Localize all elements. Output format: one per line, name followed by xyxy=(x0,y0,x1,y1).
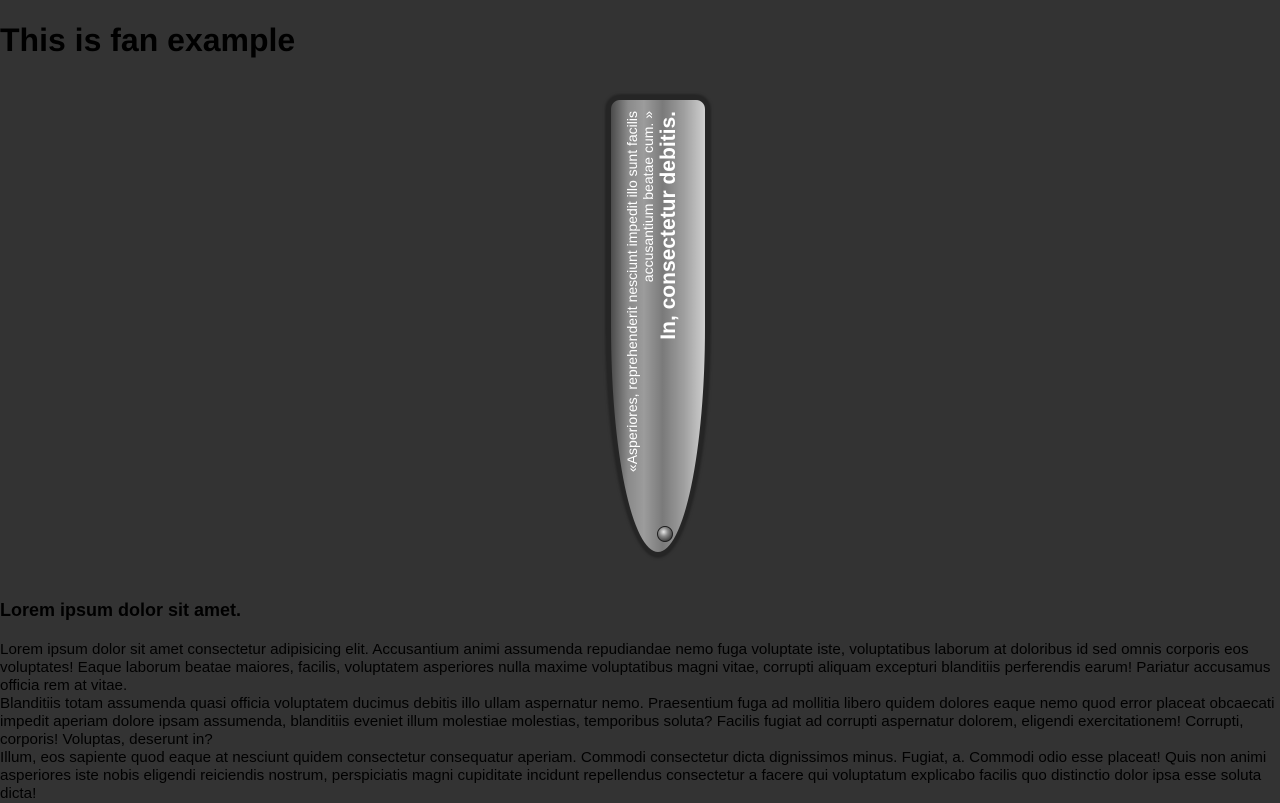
fan-blade-content: «Asperiores, reprehenderit nesciunt impe… xyxy=(620,111,696,541)
article-paragraph: Blanditiis totam assumenda quasi officia… xyxy=(0,695,1275,748)
page-title: This is fan example xyxy=(0,22,296,58)
fan-heading: In, consectetur debitis. xyxy=(657,111,680,340)
article-paragraph: Illum, eos sapiente quod eaque at nesciu… xyxy=(0,749,1267,802)
article-body: Lorem ipsum dolor sit amet consectetur a… xyxy=(0,641,1276,803)
fan-quote: «Asperiores, reprehenderit nesciunt impe… xyxy=(624,111,656,473)
pin-icon xyxy=(657,526,673,542)
fan-widget[interactable]: «Asperiores, reprehenderit nesciunt impe… xyxy=(606,95,710,557)
article-paragraph: Lorem ipsum dolor sit amet consectetur a… xyxy=(0,641,1271,694)
article-heading: Lorem ipsum dolor sit amet. xyxy=(0,600,242,620)
fan-blade[interactable]: «Asperiores, reprehenderit nesciunt impe… xyxy=(606,95,710,557)
